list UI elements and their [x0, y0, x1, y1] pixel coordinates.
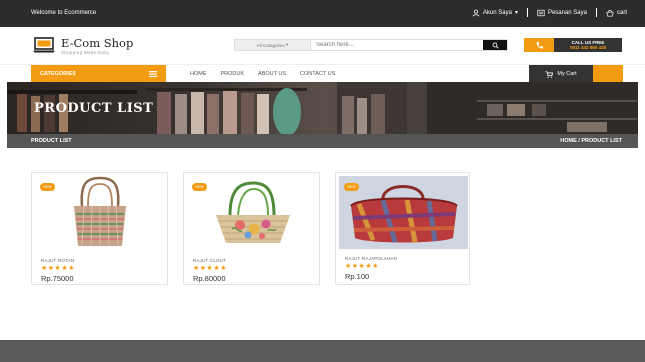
search-input[interactable]: [311, 40, 483, 50]
phone-icon-box: [524, 38, 554, 52]
orders-icon: [537, 9, 545, 16]
my-cart-label: My Cart: [557, 71, 577, 77]
product-card[interactable]: RAJUT RAJAPOLAHAN NEW ★★★★★ Rp.100: [335, 172, 470, 285]
top-cart-label: cart: [616, 9, 627, 16]
call-us-phone: 0811 442 865 438: [569, 45, 607, 50]
call-us-button[interactable]: CALL US FREE 0811 442 865 438: [524, 38, 622, 52]
banner-title: PRODUCT LIST: [34, 101, 154, 116]
my-cart-box: My Cart: [529, 65, 593, 83]
phone-icon: [536, 41, 543, 48]
product-rating: ★★★★★: [193, 265, 227, 272]
product-name[interactable]: RAJUT ROTAN: [41, 258, 74, 263]
hamburger-icon: [149, 71, 157, 77]
product-name[interactable]: RAJUT CLOUT: [193, 258, 226, 263]
product-image-rajut-clout: [216, 181, 290, 243]
product-price: Rp.100: [345, 272, 370, 281]
chevron-down-icon: ▾: [514, 10, 518, 16]
cart-accent: [593, 65, 623, 83]
product-rating: ★★★★★: [345, 263, 379, 270]
footer: [0, 340, 645, 362]
new-badge: NEW: [344, 183, 359, 191]
welcome-text: Welcome to Ecommerce: [31, 10, 97, 16]
new-badge: NEW: [192, 183, 207, 191]
main-nav: CATEGORIES HOME PRODUK ABOUT US CONTACT …: [0, 64, 645, 83]
brand-tagline: Shopping Made Easy: [61, 50, 110, 55]
category-select[interactable]: All Categories ▾: [235, 40, 311, 50]
nav-item-about[interactable]: ABOUT US: [258, 71, 286, 77]
categories-button[interactable]: CATEGORIES: [31, 65, 166, 83]
breadcrumb[interactable]: HOME / PRODUCT LIST: [560, 138, 622, 144]
search-icon: [492, 42, 499, 49]
top-links: Akun Saya ▾ Pesanan Saya cart: [472, 8, 627, 17]
nav-item-produk[interactable]: PRODUK: [221, 71, 245, 77]
product-rating: ★★★★★: [41, 265, 75, 272]
product-card[interactable]: NEW RAJUT ROTAN ★★★★★ Rp.75000: [31, 172, 168, 285]
nav-menu: HOME PRODUK ABOUT US CONTACT US: [190, 65, 335, 83]
breadcrumb-bar: PRODUCT LIST HOME / PRODUCT LIST: [7, 134, 638, 148]
call-us-text: CALL US FREE 0811 442 865 438: [554, 38, 622, 52]
account-label: Akun Saya: [482, 9, 512, 16]
category-select-value: All Categories: [256, 42, 285, 48]
user-icon: [472, 9, 480, 17]
nav-item-contact[interactable]: CONTACT US: [300, 71, 335, 77]
top-cart-link[interactable]: cart: [606, 9, 627, 17]
logo[interactable]: E-Com Shop Shopping Made Easy: [33, 37, 133, 55]
product-card[interactable]: NEW RAJUT CLOUT ★★★★★ Rp.80000: [183, 172, 320, 285]
account-link[interactable]: Akun Saya ▾: [472, 9, 518, 17]
basket-icon: [606, 9, 614, 17]
nav-item-home[interactable]: HOME: [190, 71, 207, 77]
chevron-down-icon: ▾: [284, 42, 289, 47]
laptop-cart-icon: [33, 37, 55, 53]
orders-link[interactable]: Pesanan Saya: [537, 9, 587, 17]
page-banner: PRODUCT LIST: [7, 82, 638, 134]
product-name[interactable]: RAJUT RAJAPOLAHAN: [345, 256, 397, 261]
search-button[interactable]: [483, 40, 507, 50]
my-cart-button[interactable]: My Cart: [529, 65, 623, 83]
new-badge: NEW: [40, 183, 55, 191]
page-title: PRODUCT LIST: [31, 138, 72, 144]
search-bar: All Categories ▾: [234, 39, 508, 51]
product-price: Rp.80000: [193, 274, 226, 283]
header: E-Com Shop Shopping Made Easy All Catego…: [0, 27, 645, 64]
top-bar: Welcome to Ecommerce Akun Saya ▾ Pesanan…: [0, 0, 645, 27]
brand-name: E-Com Shop: [61, 36, 134, 50]
cart-icon: [545, 70, 554, 78]
orders-label: Pesanan Saya: [547, 9, 587, 16]
divider: [595, 8, 597, 17]
product-image-rajut-rotan: [74, 176, 126, 247]
divider: [526, 8, 528, 17]
product-price: Rp.75000: [41, 274, 74, 283]
categories-label: CATEGORIES: [40, 71, 76, 77]
